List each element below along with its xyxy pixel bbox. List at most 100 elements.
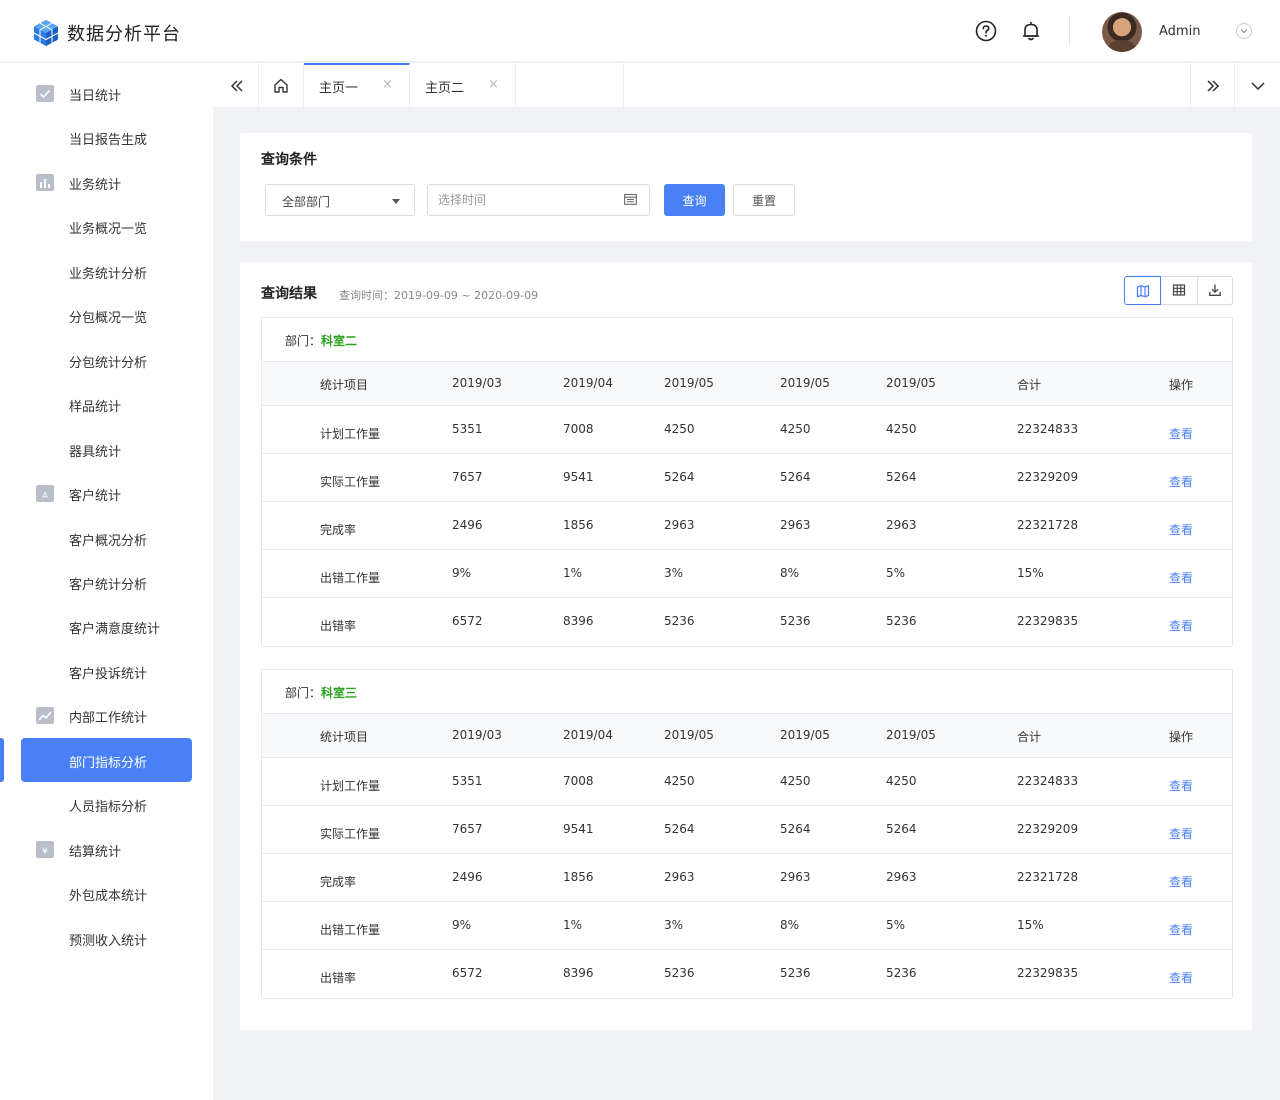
- chevron-down-icon: [1251, 82, 1265, 90]
- table-cell: 9541: [563, 470, 594, 484]
- sidebar-item-label: 客户概况分析: [69, 534, 148, 549]
- reset-button[interactable]: 重置: [733, 184, 795, 216]
- user-menu-chevron[interactable]: [1236, 23, 1252, 39]
- sidebar-item-label: 外包成本统计: [69, 889, 148, 904]
- sidebar-item[interactable]: 业务统计: [0, 160, 213, 204]
- table-cell: 4250: [780, 422, 811, 436]
- help-icon[interactable]: [975, 20, 997, 42]
- tab-close-icon[interactable]: ×: [488, 77, 499, 92]
- department-table: 部门：科室二 统计项目 2019/03 2019/04 2019/05 2019/05 20…: [261, 317, 1233, 647]
- chevron-down-icon: [1240, 29, 1248, 34]
- column-header: 2019/05: [886, 728, 936, 742]
- checkbox-icon: [36, 85, 54, 102]
- view-link[interactable]: 查看: [1169, 873, 1193, 890]
- user-name[interactable]: Admin: [1159, 24, 1200, 39]
- collapse-left-button[interactable]: [213, 63, 259, 108]
- table-cell: 4250: [664, 774, 695, 788]
- department-prefix: 部门：: [285, 686, 322, 700]
- home-tab[interactable]: [259, 63, 304, 108]
- sidebar-item[interactable]: 分包统计分析: [0, 338, 213, 382]
- table-cell: 8%: [780, 918, 800, 932]
- column-header: 操作: [1169, 730, 1194, 744]
- table-cell: 实际工作量: [320, 827, 381, 841]
- sidebar-item-label: 分包概况一览: [69, 311, 148, 326]
- view-link[interactable]: 查看: [1169, 425, 1193, 442]
- scroll-right-button[interactable]: [1190, 63, 1235, 108]
- tab-close-icon[interactable]: ×: [382, 77, 393, 92]
- table-cell: 3%: [664, 566, 684, 580]
- column-header: 统计项目: [320, 378, 369, 392]
- calendar-icon[interactable]: [624, 193, 637, 205]
- column-header: 2019/03: [452, 728, 502, 742]
- tab-menu-button[interactable]: [1235, 63, 1280, 108]
- department-select[interactable]: 全部部门: [265, 184, 415, 216]
- department-table: 部门：科室三 统计项目 2019/03 2019/04 2019/05 2019/05 20…: [261, 669, 1233, 999]
- app-title: 数据分析平台: [67, 24, 181, 45]
- view-link[interactable]: 查看: [1169, 569, 1193, 586]
- sidebar-item[interactable]: 客户统计分析: [0, 560, 213, 604]
- double-chevron-right-icon: [1207, 80, 1220, 92]
- top-header: 数据分析平台 Admin: [0, 0, 1280, 62]
- table-cell: 5264: [780, 822, 811, 836]
- download-icon: [1209, 284, 1221, 296]
- map-book-icon: [1136, 285, 1150, 298]
- view-link[interactable]: 查看: [1169, 473, 1193, 490]
- table-cell: 5351: [452, 422, 483, 436]
- sidebar-item[interactable]: 外包成本统计: [0, 871, 213, 915]
- tab-home-one[interactable]: 主页一 ×: [304, 63, 410, 108]
- avatar[interactable]: [1102, 12, 1142, 52]
- table-row: 实际工作量 7657 9541 5264 5264 5264 22329209 查看: [262, 806, 1232, 854]
- sidebar-item-label: 业务统计: [69, 178, 122, 193]
- sidebar-item[interactable]: 分包概况一览: [0, 293, 213, 337]
- sidebar-item[interactable]: 内部工作统计: [0, 693, 213, 737]
- view-link[interactable]: 查看: [1169, 921, 1193, 938]
- sidebar-item-label: 业务概况一览: [69, 222, 148, 237]
- time-picker-input[interactable]: [427, 184, 650, 216]
- sidebar-item[interactable]: 业务统计分析: [0, 249, 213, 293]
- sidebar-item[interactable]: 业务概况一览: [0, 204, 213, 248]
- view-link[interactable]: 查看: [1169, 825, 1193, 842]
- search-button[interactable]: 查询: [664, 184, 725, 216]
- table-cell: 8396: [563, 614, 594, 628]
- department-header: 部门：科室二: [285, 332, 357, 349]
- sidebar-item[interactable]: 客户满意度统计: [0, 604, 213, 648]
- tab-bar: 主页一 × 主页二 ×: [213, 63, 1280, 108]
- table-cell: 2963: [664, 518, 695, 532]
- table-cell: 2963: [886, 518, 917, 532]
- view-link[interactable]: 查看: [1169, 521, 1193, 538]
- sidebar-item[interactable]: A 客户统计: [0, 471, 213, 515]
- table-row: 实际工作量 7657 9541 5264 5264 5264 22329209 查看: [262, 454, 1232, 502]
- table-cell: 6572: [452, 614, 483, 628]
- chart-view-button[interactable]: [1124, 276, 1161, 305]
- table-cell: 计划工作量: [320, 779, 381, 793]
- active-indicator: [0, 738, 4, 782]
- download-button[interactable]: [1197, 276, 1234, 305]
- sidebar-item[interactable]: ¥ 结算统计: [0, 827, 213, 871]
- table-view-button[interactable]: [1161, 276, 1198, 305]
- sidebar-item[interactable]: 客户投诉统计: [0, 649, 213, 693]
- table-header: 统计项目 2019/03 2019/04 2019/05 2019/05 2019/05 合…: [262, 361, 1232, 406]
- sidebar-item[interactable]: 当日报告生成: [0, 115, 213, 159]
- sidebar-item[interactable]: 当日统计: [0, 71, 213, 115]
- sidebar-item[interactable]: 人员指标分析: [0, 782, 213, 826]
- sidebar-item[interactable]: 预测收入统计: [0, 916, 213, 960]
- tab-label: 主页二: [425, 81, 465, 96]
- query-time-range: 查询时间：2019-09-09 ~ 2020-09-09: [339, 289, 539, 302]
- view-link[interactable]: 查看: [1169, 617, 1193, 634]
- sidebar-item[interactable]: 器具统计: [0, 427, 213, 471]
- view-link[interactable]: 查看: [1169, 969, 1193, 986]
- double-chevron-left-icon: [230, 80, 243, 92]
- sidebar-item[interactable]: 客户概况分析: [0, 516, 213, 560]
- sidebar-item-label: 分包统计分析: [69, 356, 148, 371]
- sidebar-item-label: 样品统计: [69, 400, 122, 415]
- tab-home-two[interactable]: 主页二 ×: [410, 63, 516, 108]
- column-header: 2019/03: [452, 376, 502, 390]
- bell-icon[interactable]: [1020, 20, 1042, 42]
- sidebar-item[interactable]: 样品统计: [0, 382, 213, 426]
- sidebar-item-label: 内部工作统计: [69, 711, 148, 726]
- sidebar-item[interactable]: 部门指标分析: [0, 738, 213, 782]
- table-cell: 5264: [664, 470, 695, 484]
- table-cell: 2963: [664, 870, 695, 884]
- view-link[interactable]: 查看: [1169, 777, 1193, 794]
- column-header: 2019/04: [563, 728, 613, 742]
